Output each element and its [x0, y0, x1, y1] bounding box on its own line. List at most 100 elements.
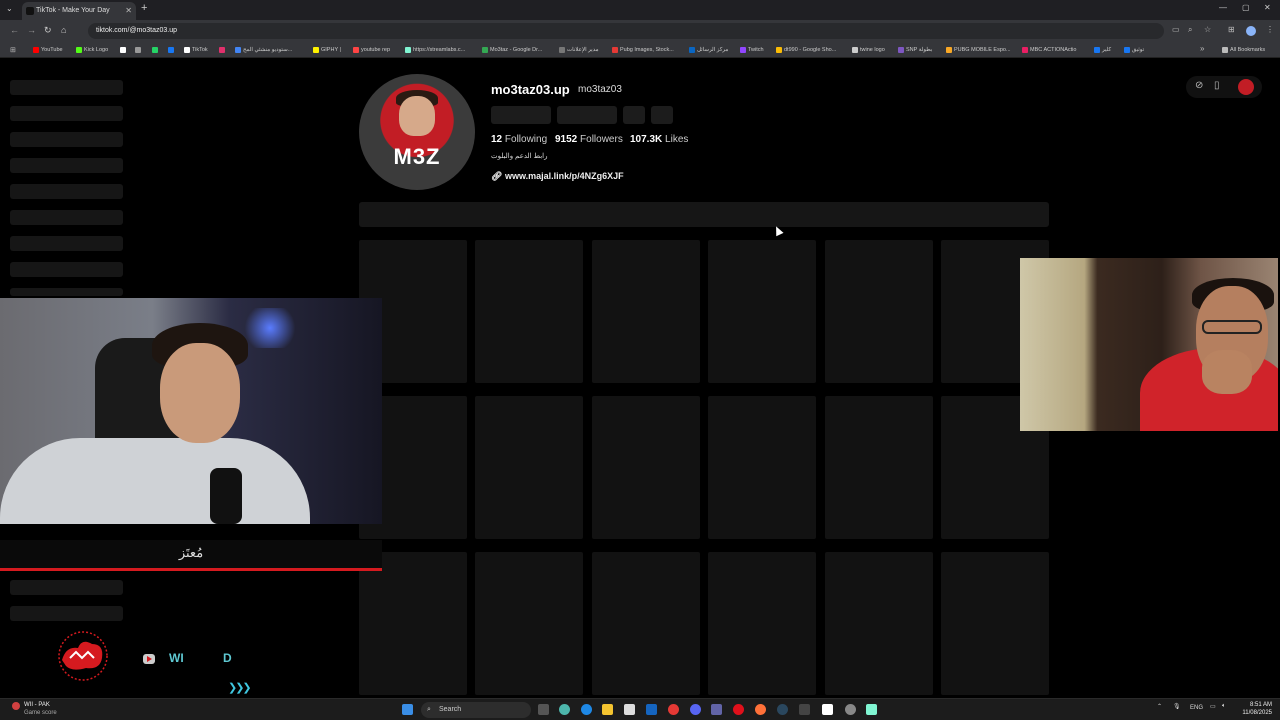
- reload-icon[interactable]: ↻: [44, 25, 52, 36]
- extensions-icon[interactable]: ⊞: [1228, 25, 1235, 34]
- volume-icon[interactable]: 🔈︎: [1222, 703, 1226, 710]
- edge-icon[interactable]: [581, 704, 592, 715]
- sidebar-skeleton-item: [10, 158, 123, 173]
- bookmark-item[interactable]: Kick Logo: [76, 42, 116, 58]
- windows-start-icon[interactable]: [402, 704, 413, 715]
- video-card-skeleton[interactable]: [475, 552, 583, 695]
- back-arrow-icon[interactable]: ←: [10, 25, 19, 35]
- bookmark-item[interactable]: https://streamlabs.c...: [405, 42, 475, 58]
- bookmark-item[interactable]: twine logo: [852, 42, 892, 58]
- home-icon[interactable]: ⌂: [61, 25, 66, 35]
- video-card-skeleton[interactable]: [592, 552, 700, 695]
- install-app-icon[interactable]: ▭: [1172, 25, 1180, 34]
- firefox-icon[interactable]: [755, 704, 766, 715]
- discord-icon[interactable]: [690, 704, 701, 715]
- bookmark-item[interactable]: dt990 - Google Sho...: [776, 42, 846, 58]
- windows-taskbar: WII - PAK Game score ⌕ Search ⌃ 🎙︎ ENG ▭…: [0, 698, 1280, 720]
- minimize-icon[interactable]: —: [1219, 3, 1227, 12]
- bookmark-item[interactable]: Pubg Images, Stock...: [612, 42, 682, 58]
- new-tab-plus-icon[interactable]: +: [141, 2, 147, 14]
- bookmark-item[interactable]: كلير: [1094, 42, 1118, 58]
- bookmark-item[interactable]: YouTube: [33, 42, 75, 58]
- video-card-skeleton[interactable]: [475, 240, 583, 383]
- avatar-logo: M3Z: [393, 144, 441, 169]
- video-card-skeleton[interactable]: [475, 396, 583, 539]
- file-explorer-icon[interactable]: [602, 704, 613, 715]
- bookmark-item[interactable]: مدير الإعلانات: [559, 42, 605, 58]
- bookmark-item[interactable]: youtube rep: [353, 42, 398, 58]
- device-icon[interactable]: ▯: [1214, 80, 1220, 91]
- bookmark-item[interactable]: PUBG MOBILE Espo...: [946, 42, 1016, 58]
- overflow-chevron-icon[interactable]: »: [1200, 44, 1204, 53]
- copilot-icon[interactable]: [559, 704, 570, 715]
- streamlabs-icon[interactable]: [866, 704, 877, 715]
- tab-tiktok[interactable]: TikTok - Make Your Day ✕: [22, 2, 136, 20]
- bookmark-item[interactable]: ستوديو منشئي المح...: [235, 42, 307, 58]
- user-avatar-icon[interactable]: [1238, 79, 1254, 95]
- teams-icon[interactable]: [711, 704, 722, 715]
- taskbar-clock[interactable]: 8:51 AM 11/08/2025: [1238, 701, 1272, 717]
- chrome-icon[interactable]: [668, 704, 679, 715]
- bookmark-star-icon[interactable]: ☆: [1204, 25, 1211, 34]
- capcut-icon[interactable]: [822, 704, 833, 715]
- bookmark-item[interactable]: Mo3taz - Google Dr...: [482, 42, 552, 58]
- bookmark-item[interactable]: MBC ACTIONActio: [1022, 42, 1088, 58]
- zoom-icon[interactable]: ⌕: [1188, 25, 1192, 35]
- video-card-skeleton[interactable]: [825, 240, 933, 383]
- video-card-skeleton[interactable]: [825, 396, 933, 539]
- bookmark-item[interactable]: مركز الرسائل: [689, 42, 733, 58]
- video-card-skeleton[interactable]: [592, 240, 700, 383]
- bookmark-item[interactable]: توثيق: [1124, 42, 1150, 58]
- video-card-skeleton[interactable]: [359, 552, 467, 695]
- action-button-skeleton: [623, 106, 645, 124]
- bookmark-item[interactable]: [219, 42, 229, 58]
- more-menu-icon[interactable]: ⋮: [1266, 25, 1274, 34]
- bookmark-item[interactable]: [152, 42, 162, 58]
- profile-avatar[interactable]: M3Z: [359, 74, 475, 190]
- following-stat[interactable]: 12 Following: [491, 134, 547, 145]
- sidebar-skeleton-item: [10, 132, 123, 147]
- profile-link[interactable]: 🔗︎ www.majal.link/p/4NZg6XJF: [491, 171, 624, 182]
- coin-icon[interactable]: ⊘: [1195, 80, 1203, 91]
- message-button-skeleton: [557, 106, 617, 124]
- bookmark-item[interactable]: [168, 42, 178, 58]
- bookmark-item[interactable]: GIPHY |: [313, 42, 347, 58]
- close-window-icon[interactable]: ✕: [1264, 3, 1271, 12]
- close-tab-icon[interactable]: ✕: [125, 2, 132, 20]
- game-widget[interactable]: WII - PAK Game score: [24, 701, 57, 717]
- video-card-skeleton[interactable]: [941, 552, 1049, 695]
- maximize-icon[interactable]: ▢: [1242, 3, 1250, 12]
- game-widget-icon[interactable]: [12, 702, 20, 710]
- profile-avatar-icon[interactable]: [1246, 26, 1256, 36]
- video-card-skeleton[interactable]: [708, 552, 816, 695]
- video-card-skeleton[interactable]: [708, 240, 816, 383]
- language-indicator[interactable]: ENG: [1190, 705, 1203, 711]
- followers-stat[interactable]: 9152 Followers: [555, 134, 623, 145]
- bookmark-item[interactable]: [120, 42, 130, 58]
- forward-arrow-icon[interactable]: →: [27, 25, 36, 35]
- video-card-skeleton[interactable]: [708, 396, 816, 539]
- video-card-skeleton[interactable]: [825, 552, 933, 695]
- tab-list-chevron-icon[interactable]: ⌄: [6, 4, 13, 13]
- bookmark-item[interactable]: [135, 42, 145, 58]
- taskbar-search[interactable]: ⌕ Search: [421, 702, 531, 718]
- settings-gear-icon[interactable]: [845, 704, 856, 715]
- all-bookmarks-folder[interactable]: All Bookmarks: [1222, 42, 1276, 58]
- avatar-face: [399, 96, 435, 136]
- video-card-skeleton[interactable]: [592, 396, 700, 539]
- microphone-tray-icon[interactable]: 🎙︎: [1173, 703, 1181, 710]
- bookmark-item[interactable]: SNP بطولة: [898, 42, 940, 58]
- mail-icon[interactable]: [646, 704, 657, 715]
- app-icon[interactable]: [799, 704, 810, 715]
- task-view-icon[interactable]: [538, 704, 549, 715]
- store-icon[interactable]: [624, 704, 635, 715]
- network-icon[interactable]: ▭: [1210, 703, 1216, 710]
- apps-grid-icon[interactable]: ⊞: [10, 46, 16, 54]
- address-bar[interactable]: tiktok.com/@mo3taz03.up: [88, 23, 1164, 39]
- tray-chevron-icon[interactable]: ⌃: [1157, 703, 1162, 710]
- bookmark-item[interactable]: Twitch: [740, 42, 770, 58]
- bookmark-item[interactable]: TikTok: [184, 42, 214, 58]
- steam-icon[interactable]: [777, 704, 788, 715]
- sidebar-skeleton-item: [10, 606, 123, 621]
- opera-icon[interactable]: [733, 704, 744, 715]
